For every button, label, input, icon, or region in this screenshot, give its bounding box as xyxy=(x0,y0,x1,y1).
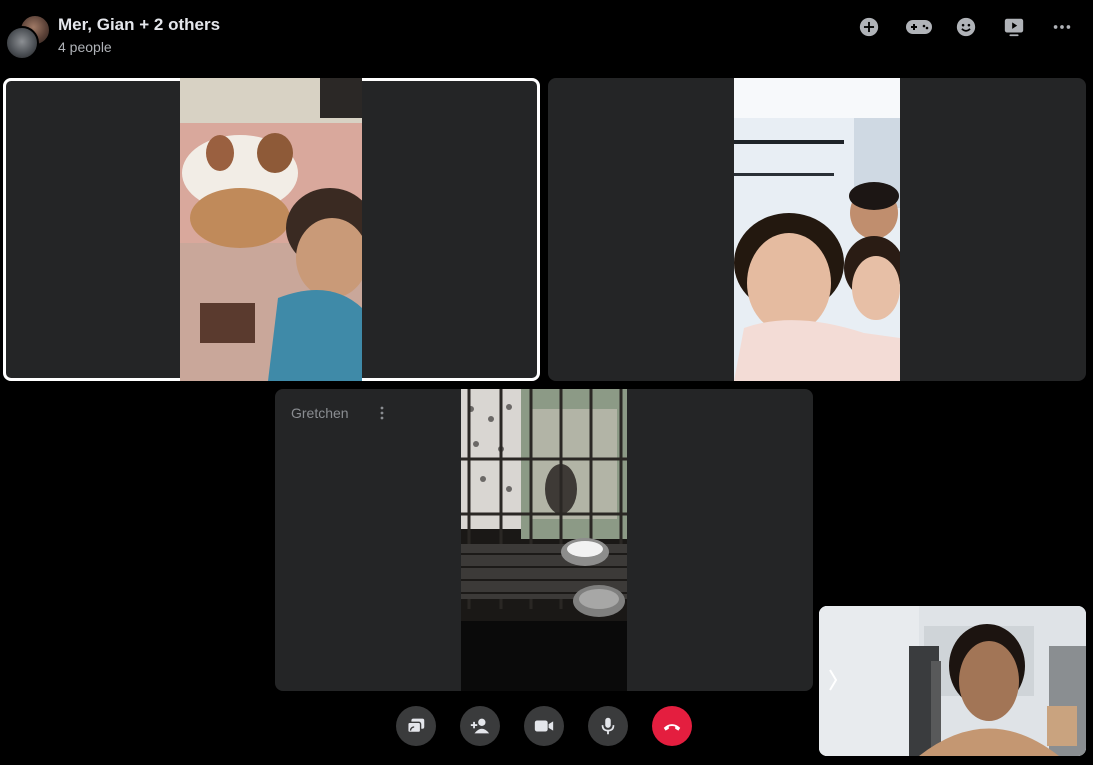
participant-name: Gretchen xyxy=(291,405,349,421)
participant-tile-2[interactable] xyxy=(548,78,1086,381)
share-screen-icon[interactable] xyxy=(396,706,436,746)
video-feed xyxy=(461,389,627,691)
self-video-feed xyxy=(819,606,1086,756)
emoji-icon[interactable] xyxy=(953,14,979,40)
watch-together-icon[interactable] xyxy=(1001,14,1027,40)
camera-icon[interactable] xyxy=(524,706,564,746)
participant-count: 4 people xyxy=(58,39,112,55)
call-title: Mer, Gian + 2 others xyxy=(58,15,221,34)
add-icon[interactable] xyxy=(856,14,882,40)
self-view[interactable] xyxy=(819,606,1086,756)
participant-tile-1[interactable] xyxy=(3,78,540,381)
group-avatar xyxy=(5,14,51,60)
video-feed xyxy=(734,78,900,381)
game-controller-icon[interactable] xyxy=(904,14,934,40)
call-header: Mer, Gian + 2 others 4 people xyxy=(0,0,1093,70)
end-call-icon[interactable] xyxy=(652,706,692,746)
add-person-icon[interactable] xyxy=(460,706,500,746)
participant-tile-3[interactable]: Gretchen xyxy=(275,389,813,691)
avatar xyxy=(5,26,39,60)
call-controls xyxy=(396,706,696,746)
more-icon[interactable] xyxy=(1049,14,1075,40)
participant-options-icon[interactable] xyxy=(375,403,389,423)
video-feed xyxy=(180,78,362,381)
microphone-icon[interactable] xyxy=(588,706,628,746)
collapse-icon[interactable] xyxy=(823,662,843,698)
